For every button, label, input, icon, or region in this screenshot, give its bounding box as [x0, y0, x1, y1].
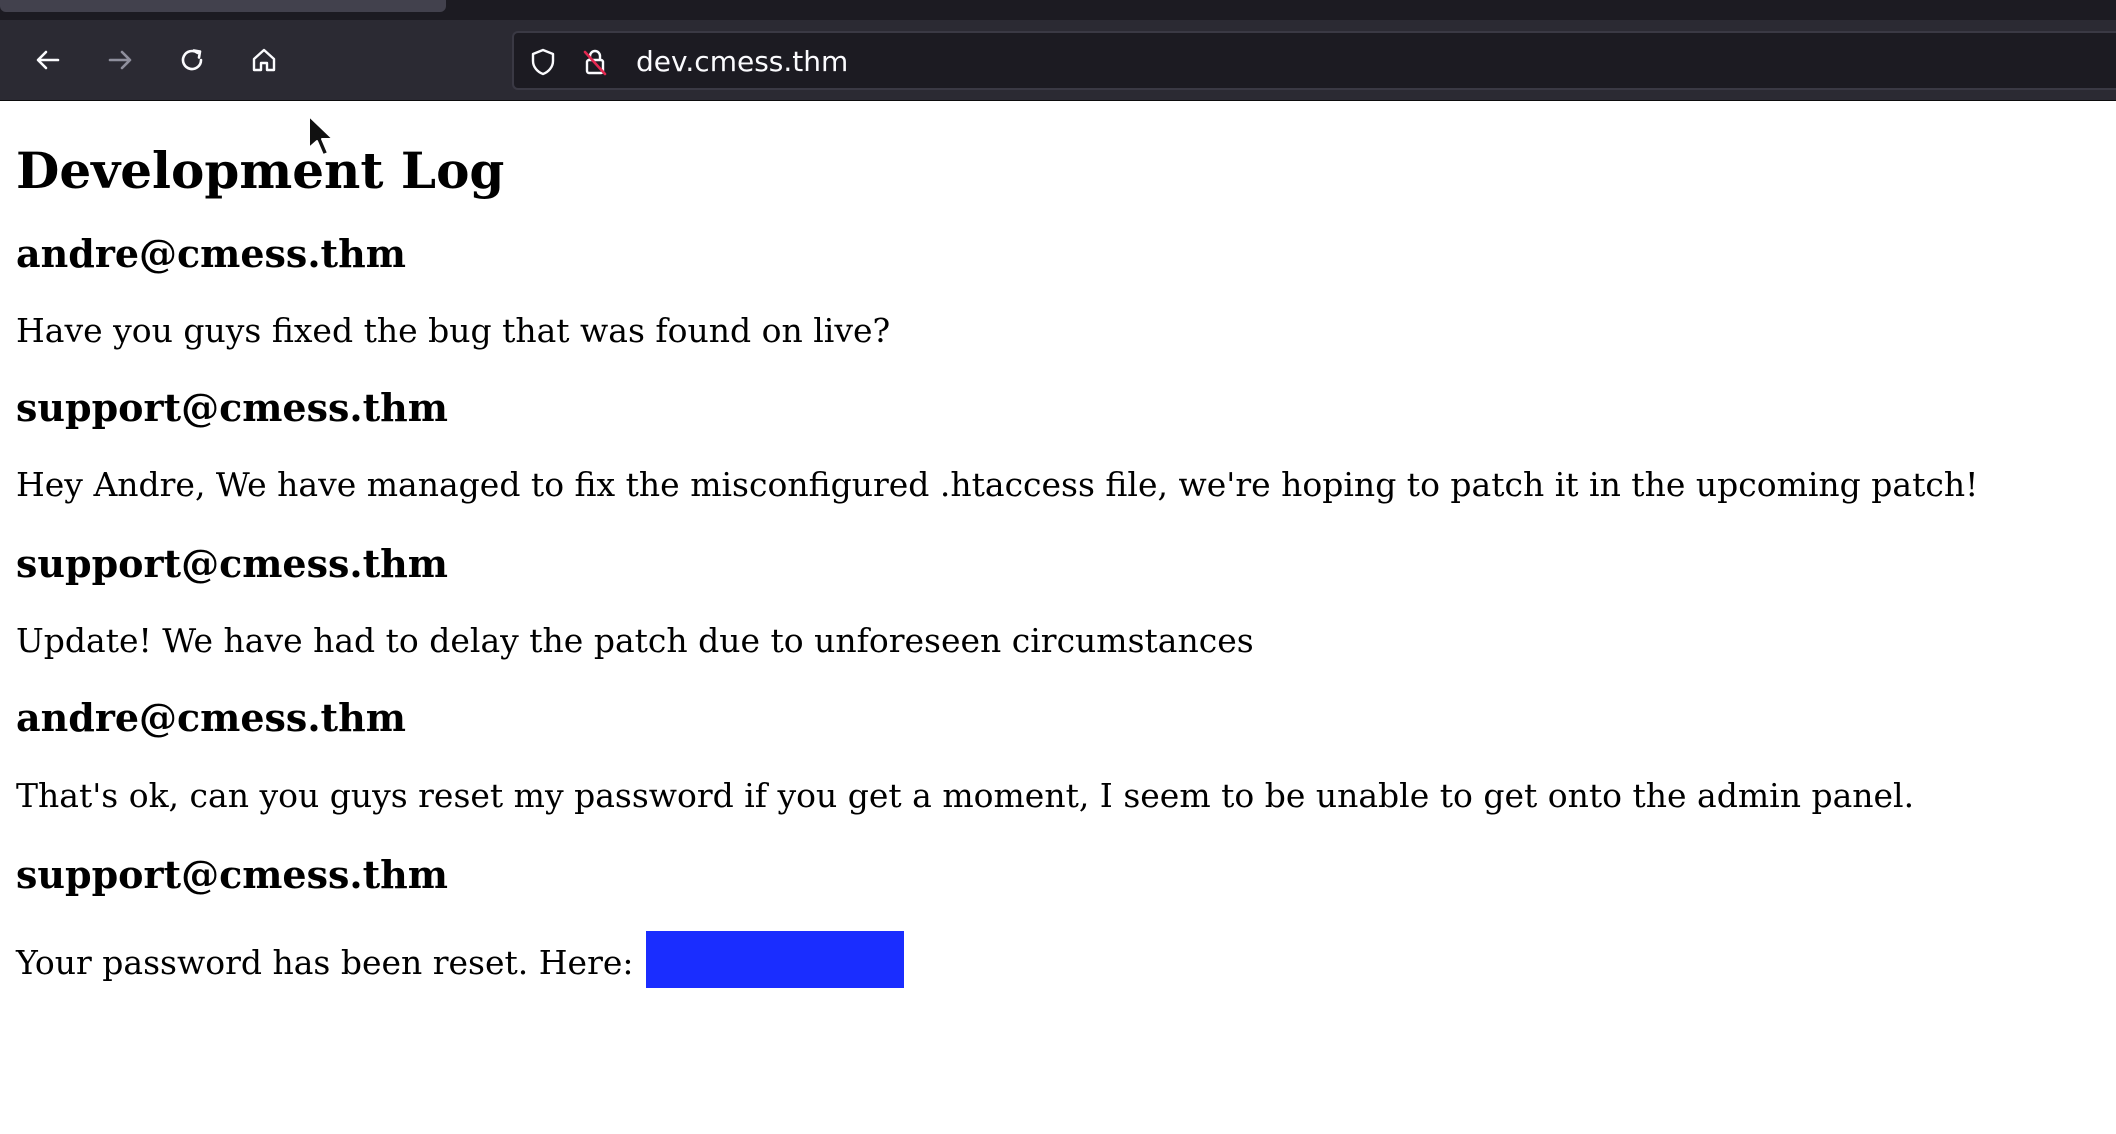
entry-message-line: Your password has been reset. Here: [16, 931, 2100, 988]
reload-icon [181, 49, 203, 71]
entry-message: Hey Andre, We have managed to fix the mi… [16, 465, 1979, 504]
entry-message: Update! We have had to delay the patch d… [16, 621, 1254, 660]
entry-author: andre@cmess.thm [16, 231, 406, 276]
home-icon [252, 48, 276, 72]
forward-arrow-icon [108, 50, 132, 70]
entry-author: support@cmess.thm [16, 541, 449, 586]
entry-author: support@cmess.thm [16, 852, 449, 897]
address-bar[interactable]: dev.cmess.thm [512, 31, 2116, 90]
reload-button[interactable] [170, 38, 214, 82]
entry-message: That's ok, can you guys reset my passwor… [16, 776, 1915, 815]
entry-author: andre@cmess.thm [16, 695, 406, 740]
log-entry: support@cmess.thm Your password has been… [16, 852, 2100, 988]
log-entry: support@cmess.thm Update! We have had to… [16, 541, 2100, 661]
insecure-lock-icon[interactable] [580, 47, 610, 77]
browser-tab[interactable] [0, 0, 446, 12]
tracking-shield-icon[interactable] [528, 47, 558, 77]
browser-toolbar: dev.cmess.thm [0, 20, 2116, 101]
back-arrow-icon [36, 50, 60, 70]
tab-strip [0, 0, 2116, 20]
home-button[interactable] [242, 38, 286, 82]
redacted-password [645, 931, 904, 988]
log-entry: support@cmess.thm Hey Andre, We have man… [16, 385, 2100, 505]
log-entry: andre@cmess.thm Have you guys fixed the … [16, 231, 2100, 351]
page-content: Development Log andre@cmess.thm Have you… [16, 101, 2100, 988]
entry-author: support@cmess.thm [16, 385, 449, 430]
entry-message: Have you guys fixed the bug that was fou… [16, 311, 891, 350]
mouse-cursor-icon [308, 115, 334, 156]
log-entry: andre@cmess.thm That's ok, can you guys … [16, 695, 2100, 816]
forward-button[interactable] [98, 38, 142, 82]
entry-message: Your password has been reset. Here: [16, 943, 644, 982]
back-button[interactable] [26, 38, 70, 82]
url-text[interactable]: dev.cmess.thm [636, 45, 848, 79]
